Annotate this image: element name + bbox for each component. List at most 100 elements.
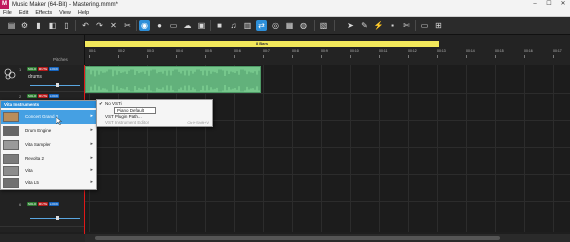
mouse-cursor-icon bbox=[56, 117, 62, 125]
mute-button[interactable]: MUTE bbox=[38, 202, 48, 206]
loop-icon[interactable]: ⇄ bbox=[256, 20, 267, 31]
mute-button[interactable]: MUTE bbox=[38, 67, 48, 71]
menu-item-label: Revolta 2 bbox=[25, 156, 45, 161]
eye-icon[interactable]: ◎ bbox=[270, 20, 281, 31]
ruler-label: 00:17 bbox=[553, 49, 562, 53]
chevron-right-icon: ▸ bbox=[90, 113, 93, 119]
menu-item-concert-grand[interactable]: Concert Grand 2 ▸ bbox=[1, 110, 97, 124]
screen-icon[interactable]: ▭ bbox=[419, 20, 430, 31]
lock-icon[interactable]: ▪ bbox=[387, 20, 398, 31]
timeline[interactable]: 8 Bars 00:1 00:2 00:3 00:4 00:5 00:6 00:7 00:8 0… bbox=[85, 35, 570, 65]
knife-icon[interactable]: ⚡ bbox=[373, 20, 384, 31]
speaker-icon[interactable]: ◧ bbox=[47, 20, 58, 31]
submenu-item-piano-default[interactable]: Piano Default bbox=[114, 107, 156, 114]
store-icon[interactable]: ▣ bbox=[196, 20, 207, 31]
track-name[interactable]: drums bbox=[28, 74, 42, 80]
maximize-button[interactable]: ☐ bbox=[542, 0, 556, 9]
redo-icon[interactable]: ↷ bbox=[94, 20, 105, 31]
ruler-label: 00:11 bbox=[379, 49, 388, 53]
grid-line bbox=[292, 65, 293, 232]
volume-handle[interactable] bbox=[56, 83, 59, 87]
arrangement-area[interactable] bbox=[85, 65, 570, 232]
menu-header: Vita Instruments bbox=[1, 101, 96, 108]
ruler-tick bbox=[89, 55, 90, 58]
save-icon[interactable]: ▤ bbox=[6, 20, 17, 31]
ruler-label: 00:1 bbox=[89, 49, 96, 53]
waveform bbox=[86, 69, 260, 92]
track-row[interactable]: 6 SOLO MUTE LOCK bbox=[0, 200, 85, 227]
piano-thumbnail-icon bbox=[3, 112, 19, 122]
tool-icon[interactable]: ✎ bbox=[359, 20, 370, 31]
lock-button[interactable]: LOCK bbox=[49, 202, 59, 206]
delete-icon[interactable]: ✕ bbox=[108, 20, 119, 31]
menu-edit[interactable]: Edit bbox=[19, 10, 28, 16]
mute-button[interactable]: MUTE bbox=[38, 94, 48, 98]
menu-item-vita-sampler[interactable]: Vita Sampler ▸ bbox=[1, 138, 97, 152]
instrument-submenu: ✔ No VSTi VST Plugin Path... VST Instrum… bbox=[96, 99, 213, 127]
toolbar: ▤ ⚙ ▮ ◧ ▯ ↶ ↷ ✕ ✂ ◉ ● ▭ ☁ ▣ ■ ♫ ▥ ⇄ ◎ ▦ … bbox=[0, 17, 570, 35]
grid-line bbox=[495, 65, 496, 232]
window-title: Music Maker (64-Bit) - Mastering.mmm* bbox=[12, 1, 119, 8]
scissors-icon[interactable]: ✄ bbox=[401, 20, 412, 31]
scrollbar-thumb[interactable] bbox=[95, 236, 500, 240]
chevron-right-icon: ▸ bbox=[90, 179, 93, 185]
submenu-item-instrument-editor[interactable]: VST Instrument Editor Ctrl+Shift+V bbox=[97, 120, 213, 126]
menu-item-label: Concert Grand 2 bbox=[25, 114, 59, 119]
menu-item-vita-l5[interactable]: Vita L5 ▸ bbox=[1, 176, 97, 190]
undo-icon[interactable]: ↶ bbox=[80, 20, 91, 31]
cursor-icon[interactable]: ➤ bbox=[345, 20, 356, 31]
solo-button[interactable]: SOLO bbox=[27, 202, 37, 206]
volume-slider[interactable] bbox=[30, 85, 80, 86]
lock-button[interactable]: LOCK bbox=[49, 94, 59, 98]
ruler-tick bbox=[176, 55, 177, 58]
volume-slider[interactable] bbox=[30, 218, 80, 219]
menu-item-drum-engine[interactable]: Drum Engine ▸ bbox=[1, 124, 97, 138]
record-icon[interactable]: ● bbox=[154, 20, 165, 31]
time-ruler[interactable]: 00:1 00:2 00:3 00:4 00:5 00:6 00:7 00:8 00:9 00:1… bbox=[85, 49, 570, 58]
track-divider bbox=[85, 93, 570, 94]
grid-icon[interactable]: ▧ bbox=[318, 20, 329, 31]
zoom-icon[interactable]: ⊞ bbox=[433, 20, 444, 31]
mixer-icon[interactable]: ▮ bbox=[33, 20, 44, 31]
audio-clip[interactable] bbox=[85, 66, 261, 93]
solo-button[interactable]: SOLO bbox=[27, 67, 37, 71]
menu-item-label: Drum Engine bbox=[25, 128, 52, 133]
square-icon[interactable]: ■ bbox=[214, 20, 225, 31]
settings-icon[interactable]: ⚙ bbox=[19, 20, 30, 31]
folder-icon[interactable]: ▭ bbox=[168, 20, 179, 31]
toolbar-divider bbox=[334, 20, 335, 31]
ruler-tick bbox=[292, 55, 293, 58]
menu-view[interactable]: View bbox=[59, 10, 71, 16]
lock-button[interactable]: LOCK bbox=[49, 67, 59, 71]
solo-button[interactable]: SOLO bbox=[27, 94, 37, 98]
upload-icon[interactable]: ☁ bbox=[182, 20, 193, 31]
chevron-right-icon: ▸ bbox=[90, 141, 93, 147]
ruler-tick bbox=[263, 55, 264, 58]
chevron-right-icon: ▸ bbox=[90, 167, 93, 173]
loop-range-bar[interactable]: 8 Bars bbox=[85, 41, 439, 47]
cut-icon[interactable]: ✂ bbox=[122, 20, 133, 31]
ruler-tick bbox=[495, 55, 496, 58]
ruler-label: 00:15 bbox=[495, 49, 504, 53]
track-row[interactable]: 1 SOLO MUTE LOCK drums bbox=[0, 65, 85, 92]
volume-handle[interactable] bbox=[56, 216, 59, 220]
menu-help[interactable]: Help bbox=[78, 10, 89, 16]
close-button[interactable]: ✕ bbox=[556, 0, 570, 9]
menu-file[interactable]: File bbox=[3, 10, 12, 16]
vita-thumbnail-icon bbox=[3, 166, 19, 176]
ruler-tick bbox=[466, 55, 467, 58]
music-note-icon[interactable]: ♫ bbox=[228, 20, 239, 31]
midi-icon[interactable]: ▦ bbox=[284, 20, 295, 31]
minimize-button[interactable]: – bbox=[528, 0, 542, 9]
snap-icon[interactable]: ◉ bbox=[139, 20, 150, 31]
chevron-right-icon: ▸ bbox=[90, 155, 93, 161]
piano-icon[interactable]: ▥ bbox=[242, 20, 253, 31]
instrument-icon[interactable]: ◍ bbox=[298, 20, 309, 31]
grid-line bbox=[437, 65, 438, 232]
ruler-label: 00:6 bbox=[234, 49, 241, 53]
app-logo-icon: M bbox=[0, 0, 9, 9]
marker-icon[interactable]: ▯ bbox=[61, 20, 72, 31]
horizontal-scrollbar[interactable] bbox=[85, 234, 570, 242]
menu-effects[interactable]: Effects bbox=[35, 10, 52, 16]
sampler-thumbnail-icon bbox=[3, 140, 19, 150]
